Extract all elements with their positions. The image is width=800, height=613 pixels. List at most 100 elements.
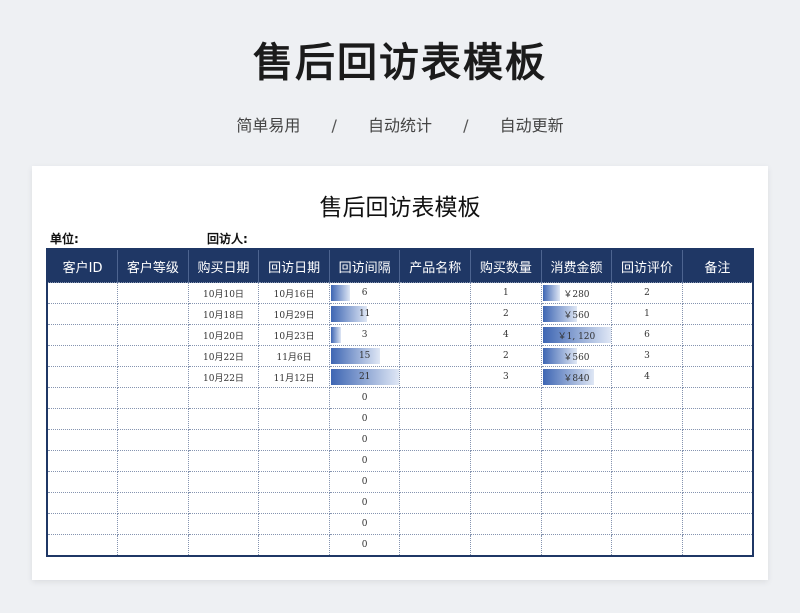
cell-notes[interactable]: [681, 450, 754, 472]
cell-interval[interactable]: 6: [328, 282, 401, 304]
cell-visit-date[interactable]: [258, 429, 330, 451]
cell-visit-date[interactable]: [258, 471, 330, 493]
cell-customer-id[interactable]: [46, 345, 119, 367]
cell-customer-level[interactable]: [117, 492, 189, 514]
cell-amount[interactable]: [540, 471, 613, 493]
cell-rating[interactable]: [611, 492, 683, 514]
cell-product[interactable]: [399, 450, 472, 472]
cell-notes[interactable]: [681, 408, 754, 430]
cell-customer-id[interactable]: [46, 408, 119, 430]
cell-buy-date[interactable]: [187, 429, 260, 451]
cell-quantity[interactable]: [470, 513, 542, 535]
col-product[interactable]: 产品名称: [399, 249, 472, 283]
cell-notes[interactable]: [681, 429, 754, 451]
cell-buy-date[interactable]: [187, 408, 260, 430]
cell-interval[interactable]: 3: [328, 324, 401, 346]
cell-product[interactable]: [399, 429, 472, 451]
cell-rating[interactable]: 2: [611, 282, 683, 304]
cell-visit-date[interactable]: [258, 450, 330, 472]
cell-customer-level[interactable]: [117, 387, 189, 409]
cell-customer-level[interactable]: [117, 366, 189, 388]
cell-quantity[interactable]: [470, 471, 542, 493]
cell-rating[interactable]: [611, 534, 683, 557]
cell-buy-date[interactable]: [187, 513, 260, 535]
cell-rating[interactable]: [611, 450, 683, 472]
cell-product[interactable]: [399, 345, 472, 367]
cell-customer-id[interactable]: [46, 471, 119, 493]
cell-product[interactable]: [399, 513, 472, 535]
cell-interval[interactable]: 21: [328, 366, 401, 388]
cell-buy-date[interactable]: 10月10日: [187, 282, 260, 304]
cell-amount[interactable]: ￥560: [540, 345, 613, 367]
cell-customer-id[interactable]: [46, 450, 119, 472]
cell-amount[interactable]: [540, 387, 613, 409]
col-customer-level[interactable]: 客户等级: [117, 249, 189, 283]
cell-quantity[interactable]: [470, 492, 542, 514]
cell-notes[interactable]: [681, 366, 754, 388]
cell-customer-id[interactable]: [46, 303, 119, 325]
cell-interval[interactable]: 0: [328, 534, 401, 557]
cell-quantity[interactable]: 2: [470, 303, 542, 325]
cell-customer-id[interactable]: [46, 513, 119, 535]
cell-visit-date[interactable]: 10月29日: [258, 303, 330, 325]
cell-notes[interactable]: [681, 492, 754, 514]
cell-visit-date[interactable]: 11月12日: [258, 366, 330, 388]
cell-customer-level[interactable]: [117, 282, 189, 304]
cell-amount[interactable]: [540, 513, 613, 535]
cell-interval[interactable]: 0: [328, 513, 401, 535]
col-rating[interactable]: 回访评价: [611, 249, 683, 283]
cell-product[interactable]: [399, 303, 472, 325]
cell-buy-date[interactable]: [187, 450, 260, 472]
cell-customer-id[interactable]: [46, 282, 119, 304]
cell-amount[interactable]: [540, 450, 613, 472]
cell-customer-level[interactable]: [117, 324, 189, 346]
cell-quantity[interactable]: [470, 387, 542, 409]
col-customer-id[interactable]: 客户ID: [47, 249, 119, 283]
cell-visit-date[interactable]: 11月6日: [258, 345, 330, 367]
cell-quantity[interactable]: 4: [470, 324, 542, 346]
cell-customer-id[interactable]: [46, 492, 119, 514]
cell-quantity[interactable]: [470, 534, 542, 557]
cell-buy-date[interactable]: [187, 471, 260, 493]
cell-customer-level[interactable]: [117, 534, 189, 557]
col-buy-date[interactable]: 购买日期: [188, 249, 260, 283]
col-interval[interactable]: 回访间隔: [329, 249, 401, 283]
cell-customer-level[interactable]: [117, 303, 189, 325]
cell-notes[interactable]: [681, 387, 754, 409]
cell-rating[interactable]: [611, 513, 683, 535]
cell-customer-id[interactable]: [46, 534, 119, 557]
cell-rating[interactable]: 6: [611, 324, 683, 346]
cell-customer-level[interactable]: [117, 429, 189, 451]
cell-interval[interactable]: 0: [328, 471, 401, 493]
cell-amount[interactable]: [540, 492, 613, 514]
cell-interval[interactable]: 0: [328, 408, 401, 430]
cell-quantity[interactable]: 1: [470, 282, 542, 304]
cell-product[interactable]: [399, 471, 472, 493]
cell-visit-date[interactable]: 10月16日: [258, 282, 330, 304]
cell-visit-date[interactable]: [258, 387, 330, 409]
cell-amount[interactable]: [540, 534, 613, 557]
cell-notes[interactable]: [681, 345, 754, 367]
cell-notes[interactable]: [681, 324, 754, 346]
cell-amount[interactable]: [540, 429, 613, 451]
cell-amount[interactable]: ￥280: [540, 282, 613, 304]
cell-amount[interactable]: ￥1, 120: [540, 324, 613, 346]
cell-quantity[interactable]: [470, 450, 542, 472]
cell-customer-id[interactable]: [46, 429, 119, 451]
cell-rating[interactable]: [611, 408, 683, 430]
col-quantity[interactable]: 购买数量: [470, 249, 542, 283]
cell-interval[interactable]: 0: [328, 387, 401, 409]
cell-interval[interactable]: 0: [328, 429, 401, 451]
cell-product[interactable]: [399, 387, 472, 409]
cell-visit-date[interactable]: [258, 513, 330, 535]
cell-rating[interactable]: [611, 387, 683, 409]
col-visit-date[interactable]: 回访日期: [258, 249, 330, 283]
cell-visit-date[interactable]: [258, 492, 330, 514]
cell-amount[interactable]: ￥840: [540, 366, 613, 388]
cell-amount[interactable]: [540, 408, 613, 430]
cell-notes[interactable]: [681, 534, 754, 557]
cell-interval[interactable]: 0: [328, 450, 401, 472]
cell-rating[interactable]: 4: [611, 366, 683, 388]
cell-product[interactable]: [399, 282, 472, 304]
cell-notes[interactable]: [681, 282, 754, 304]
